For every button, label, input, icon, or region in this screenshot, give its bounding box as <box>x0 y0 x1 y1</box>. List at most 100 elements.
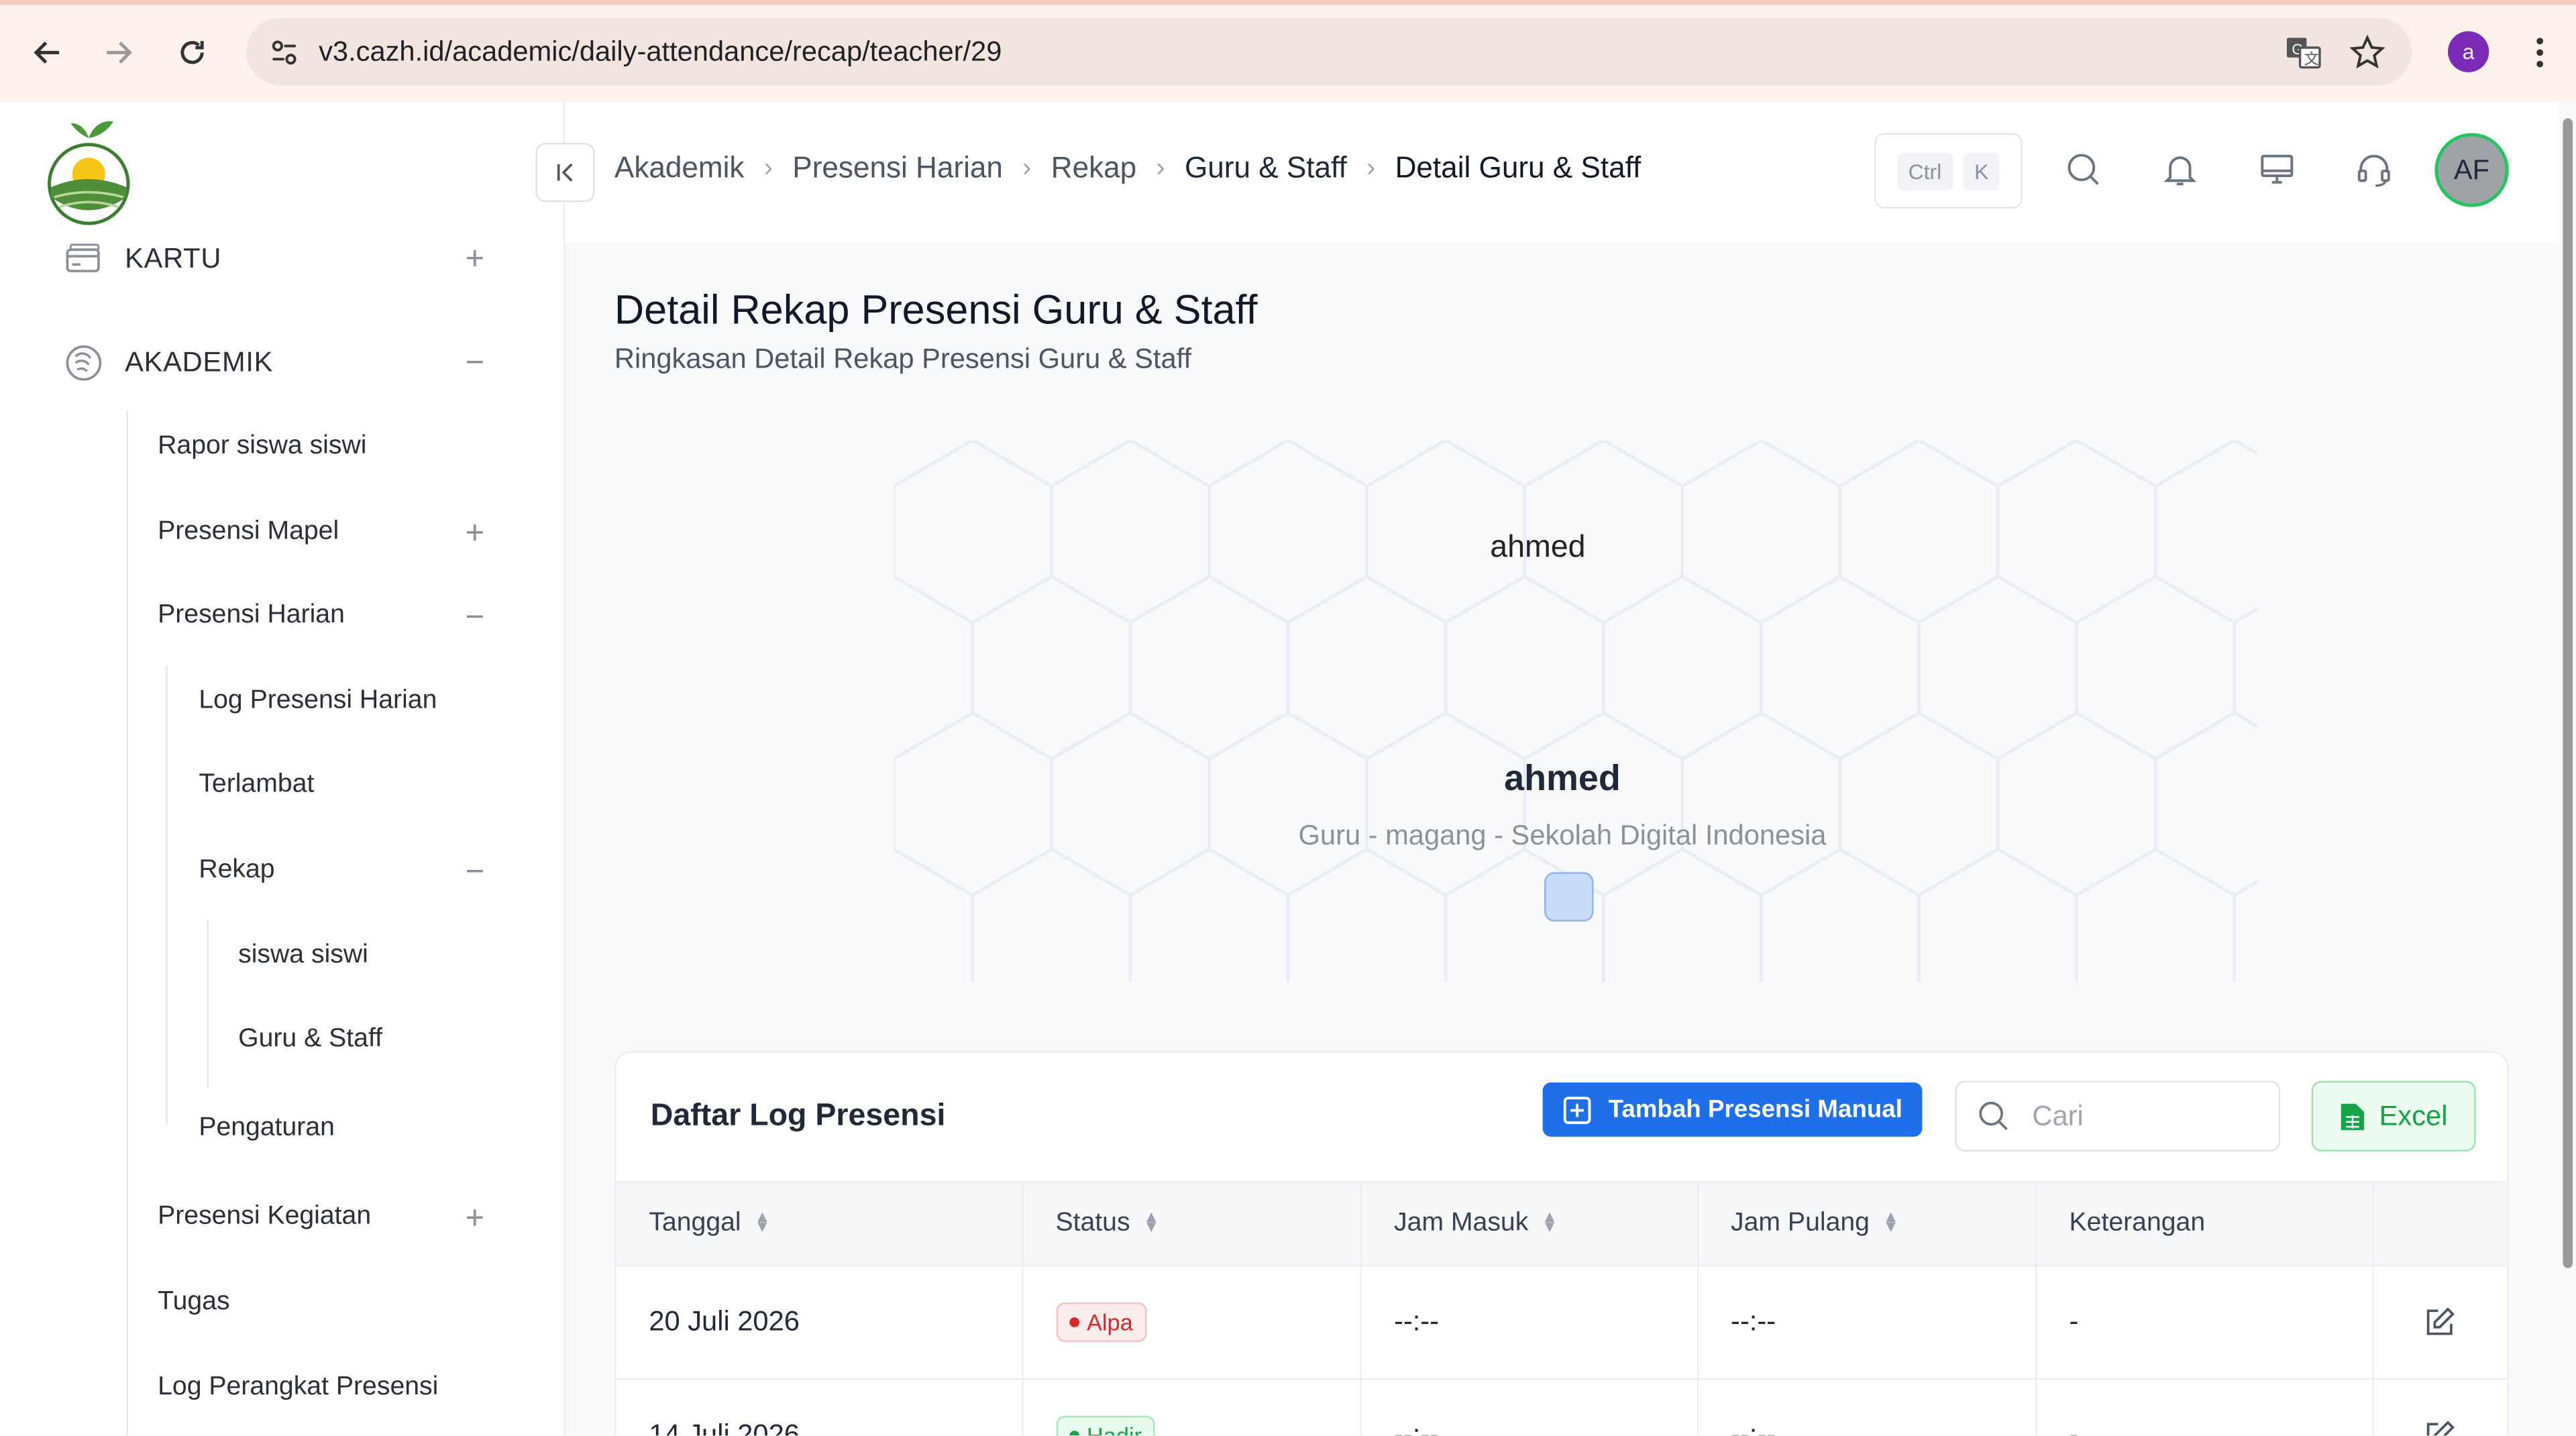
sort-icon[interactable]: ▲ ▼ <box>1883 1209 1899 1235</box>
sidebar-section-kartu[interactable]: KARTU <box>125 243 221 276</box>
main-content: Detail Rekap Presensi Guru & Staff Ringk… <box>565 243 2560 1436</box>
breadcrumb-rekap[interactable]: Rekap <box>1051 151 1136 185</box>
user-avatar[interactable]: AF <box>2434 133 2509 207</box>
search-field[interactable] <box>1955 1081 2281 1152</box>
cell-jam-masuk: --:-- <box>1360 1265 1699 1380</box>
page-subtitle: Ringkasan Detail Rekap Presensi Guru & S… <box>614 343 1192 375</box>
cell-jam-pulang: --:-- <box>1697 1378 2037 1436</box>
forward-icon[interactable] <box>95 30 142 76</box>
chevron-right-icon: › <box>1022 153 1032 182</box>
scrollbar-thumb[interactable] <box>2563 118 2573 1268</box>
sidebar-item-rekap-siswa[interactable]: siswa siswi <box>238 941 368 971</box>
cell-tanggal: 20 Juli 2026 <box>616 1265 1023 1380</box>
expand-icon[interactable]: + <box>460 1203 490 1235</box>
translate-icon[interactable]: G文 <box>2284 33 2323 72</box>
status-badge: Hadir <box>1055 1416 1155 1436</box>
breadcrumb-guru-staff[interactable]: Guru & Staff <box>1185 151 1347 185</box>
sidebar-item-tugas[interactable]: Tugas <box>158 1288 229 1317</box>
collapse-icon[interactable]: − <box>460 347 490 380</box>
page-title: Detail Rekap Presensi Guru & Staff <box>614 287 1258 334</box>
academic-icon <box>64 343 104 383</box>
sidebar-item-pengaturan[interactable]: Pengaturan <box>199 1113 335 1143</box>
page-scrollbar[interactable] <box>2559 101 2576 1436</box>
tab-strip-edge <box>0 0 2576 5</box>
sort-icon[interactable]: ▲ ▼ <box>1143 1209 1159 1235</box>
table-row: 20 Juli 2026 Alpa --:-- --:-- - <box>616 1265 2508 1380</box>
edit-icon[interactable] <box>2406 1419 2508 1436</box>
school-logo[interactable] <box>46 115 131 227</box>
notification-bell-icon[interactable] <box>2160 150 2200 189</box>
sidebar: KARTU + AKADEMIK − Rapor siswa siswi Pre… <box>0 101 566 1436</box>
headset-support-icon[interactable] <box>2354 150 2394 189</box>
cell-tanggal: 14 Juli 2026 <box>616 1378 1023 1436</box>
collapse-left-icon <box>557 163 573 182</box>
command-palette-shortcut[interactable]: Ctrl K <box>1874 133 2023 209</box>
add-manual-attendance-label: Tambah Presensi Manual <box>1608 1095 1902 1124</box>
site-info-icon[interactable] <box>263 32 306 74</box>
sidebar-item-rekap[interactable]: Rekap <box>199 856 274 885</box>
sidebar-item-rekap-guru-staff[interactable]: Guru & Staff <box>238 1025 382 1054</box>
sidebar-item-presensi-harian[interactable]: Presensi Harian <box>158 601 345 630</box>
profile-role: Guru - magang - Sekolah Digital Indonesi… <box>1298 820 1827 851</box>
column-header-jam-pulang[interactable]: Jam Pulang ▲ ▼ <box>1697 1180 2037 1267</box>
profile-name: ahmed <box>1504 757 1621 799</box>
address-bar[interactable]: v3.cazh.id/academic/daily-attendance/rec… <box>246 17 2412 86</box>
sidebar-section-akademik[interactable]: AKADEMIK <box>125 347 273 380</box>
browser-profile-avatar[interactable]: a <box>2448 31 2489 72</box>
breadcrumb-current: Detail Guru & Staff <box>1395 151 1642 184</box>
url-text[interactable]: v3.cazh.id/academic/daily-attendance/rec… <box>319 36 1002 69</box>
search-icon <box>1979 1101 2008 1130</box>
browser-menu-icon[interactable] <box>2524 33 2557 72</box>
kbd-ctrl: Ctrl <box>1896 152 1953 190</box>
chevron-right-icon: › <box>1156 153 1165 182</box>
browser-toolbar: v3.cazh.id/academic/daily-attendance/rec… <box>0 0 2576 104</box>
expand-icon[interactable]: + <box>460 243 490 276</box>
add-manual-attendance-button[interactable]: Tambah Presensi Manual <box>1542 1082 1923 1137</box>
back-icon[interactable] <box>25 30 71 76</box>
cell-keterangan: - <box>2035 1378 2373 1436</box>
card-title: Daftar Log Presensi <box>650 1099 946 1134</box>
sort-icon[interactable]: ▲ ▼ <box>754 1209 770 1235</box>
collapse-icon[interactable]: − <box>460 856 490 889</box>
sidebar-item-log-perangkat[interactable]: Log Perangkat Presensi <box>158 1373 438 1402</box>
table-header-row: Tanggal ▲ ▼ Status ▲ ▼ Jam Masuk ▲ ▼ Jam Pulan… <box>616 1180 2508 1267</box>
card-icon <box>64 240 104 280</box>
search-input[interactable] <box>2029 1097 2266 1137</box>
page: v3.cazh.id/academic/daily-attendance/rec… <box>0 0 2576 1436</box>
edit-icon[interactable] <box>2406 1306 2508 1339</box>
cell-status: Hadir <box>1022 1378 1361 1436</box>
expand-icon[interactable]: + <box>460 517 490 550</box>
svg-text:文: 文 <box>2304 51 2319 68</box>
table-row: 14 Juli 2026 Hadir --:-- --:-- - <box>616 1378 2508 1436</box>
sidebar-item-log-presensi-harian[interactable]: Log Presensi Harian <box>199 687 437 716</box>
cell-status: Alpa <box>1022 1265 1361 1380</box>
export-excel-button[interactable]: Excel <box>2311 1081 2476 1152</box>
breadcrumb-presensi-harian[interactable]: Presensi Harian <box>792 151 1003 185</box>
plus-square-icon <box>1563 1095 1591 1123</box>
status-badge: Alpa <box>1055 1303 1146 1342</box>
column-header-status[interactable]: Status ▲ ▼ <box>1022 1180 1361 1267</box>
cell-keterangan: - <box>2035 1265 2373 1380</box>
column-header-jam-masuk[interactable]: Jam Masuk ▲ ▼ <box>1360 1180 1699 1267</box>
sort-icon[interactable]: ▲ ▼ <box>1542 1209 1558 1235</box>
bookmark-star-icon[interactable] <box>2348 33 2387 72</box>
monitor-icon[interactable] <box>2257 150 2297 189</box>
sidebar-item-presensi-mapel[interactable]: Presensi Mapel <box>158 517 339 547</box>
cell-actions <box>2372 1265 2508 1380</box>
sidebar-item-rapor-siswa[interactable]: Rapor siswa siswi <box>158 432 366 461</box>
cell-jam-masuk: --:-- <box>1360 1378 1699 1436</box>
search-icon[interactable] <box>2063 150 2103 189</box>
breadcrumb-akademik[interactable]: Akademik <box>614 151 745 185</box>
export-excel-label: Excel <box>2379 1099 2448 1131</box>
spreadsheet-file-icon <box>2341 1103 2365 1129</box>
column-header-tanggal[interactable]: Tanggal ▲ ▼ <box>616 1180 1023 1267</box>
reload-icon[interactable] <box>169 30 215 76</box>
sidebar-item-presensi-kegiatan[interactable]: Presensi Kegiatan <box>158 1203 371 1232</box>
sidebar-collapse-button[interactable] <box>535 143 595 203</box>
cell-actions <box>2372 1378 2508 1436</box>
top-header: Akademik › Presensi Harian › Rekap › Gur… <box>535 101 2560 245</box>
column-header-keterangan: Keterangan <box>2035 1180 2373 1267</box>
sidebar-item-terlambat[interactable]: Terlambat <box>199 771 314 800</box>
collapse-icon[interactable]: − <box>460 601 490 634</box>
kbd-k: K <box>1962 152 2000 190</box>
